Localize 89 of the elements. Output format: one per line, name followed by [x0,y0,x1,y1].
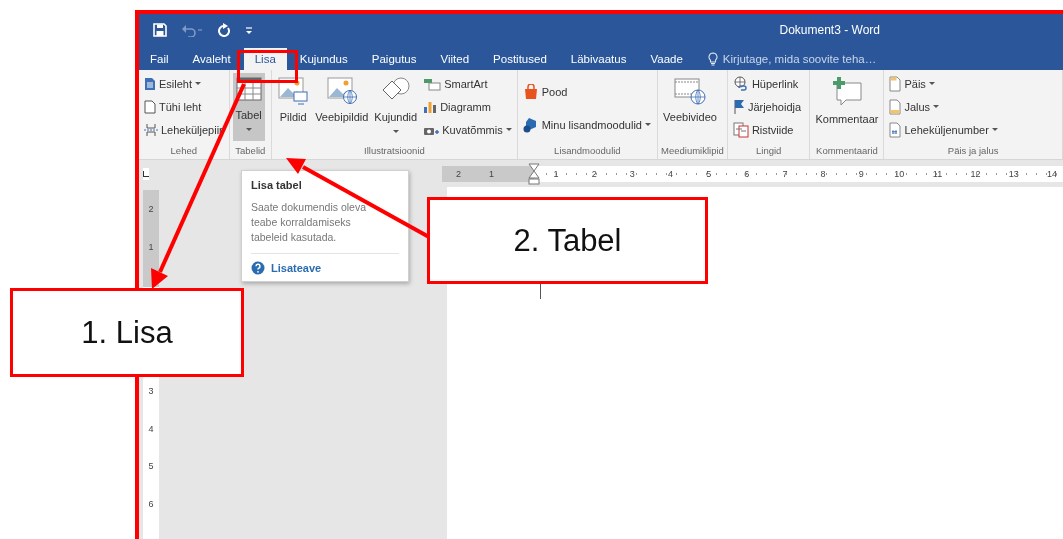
ruler-number: 1 [552,167,560,181]
group-label: Kommentaarid [815,144,879,158]
tooltip-title: Lisa tabel [251,179,303,191]
tab-stop-selector[interactable] [143,167,149,180]
globe-link-icon [732,75,749,92]
window-title: Dokument3 - Word [779,22,880,37]
ribbon-button[interactable]: Leheküljenumber [887,120,1000,139]
ribbon-button[interactable]: Kuvatõmmis [421,120,514,139]
picture-icon [277,76,310,106]
add-in-icon [522,116,539,133]
learn-more-link[interactable]: Lisateave [271,262,322,274]
flag-icon [732,98,745,115]
ribbon-tab[interactable]: Paigutus [360,48,428,70]
highlight-frame [237,50,298,83]
ruler-number: 5 [705,167,713,181]
ribbon-tab[interactable]: Läbivaatus [559,48,638,70]
text-cursor [540,283,541,299]
ruler-number: 12 [969,167,982,181]
page-break-icon [144,122,158,137]
ruler-number: 1 [147,241,155,254]
ribbon-button[interactable]: Diagramm [421,97,514,116]
callout-label: 1. Lisa [10,288,244,377]
video-globe-icon [672,76,707,106]
ruler-number: 3 [628,167,636,181]
callout-label: 2. Tabel [427,197,708,284]
diagram-icon [423,76,442,91]
ribbon-button[interactable]: Pood [520,82,653,101]
ribbon-button[interactable]: Veebipildid [313,73,371,141]
ribbon-button[interactable]: Kommentaar [813,73,881,141]
cross-reference-icon [732,121,749,138]
ribbon-button[interactable]: Pildid [275,73,312,141]
group-label: Lehed [169,144,198,158]
ruler-number: 4 [147,422,155,436]
ribbon-button[interactable]: Minu lisandmoodulid [520,115,653,134]
group-label: Lingid [755,144,783,158]
ruler-number: 11 [931,167,944,181]
ruler-number: 4 [667,167,674,181]
ruler-number: 6 [743,167,751,181]
footer-icon [889,98,902,115]
header-icon [889,75,902,92]
ribbon-button[interactable]: Tühi leht [142,97,225,116]
ruler-number: 2 [455,167,462,181]
ruler-number: 9 [857,167,865,181]
ribbon-button[interactable]: Esileht [142,74,225,93]
page-icon [144,76,156,91]
tooltip-description: Saate dokumendis oleva teabe korraldamiseks tabeleid kasutada. [251,200,367,245]
ruler-number: 14 [1045,167,1058,181]
shopping-bag-icon [522,83,539,100]
lightbulb-icon [707,52,718,66]
ribbon-button[interactable]: Järjehoidja [730,97,804,116]
save-icon[interactable] [153,22,167,37]
ribbon-tab[interactable]: Vaade [639,48,694,70]
tell-me-field[interactable]: Kirjutage, mida soovite teha… [707,48,877,70]
ruler-number: 7 [781,167,789,181]
picture-globe-icon [325,76,358,106]
ribbon-tab[interactable]: Postitused [482,48,558,70]
ruler-number: 10 [893,167,906,181]
ruler-number: 5 [147,460,155,474]
ruler-number: 13 [1007,167,1020,181]
ruler-number: 2 [590,167,598,181]
group-label: Tabelid [234,144,267,158]
ribbon-tab[interactable]: Viited [429,48,481,70]
page-number-icon [889,121,902,138]
ribbon-tab[interactable]: Fail [139,48,180,70]
redo-icon[interactable] [217,22,231,37]
ribbon-button[interactable]: Kujundid [372,73,420,141]
bar-chart-icon [423,99,438,114]
customize-icon[interactable] [245,24,253,35]
ribbon-button[interactable]: Hüperlink [730,74,804,93]
ribbon-button[interactable]: Leheküljepiir [142,120,225,139]
group-label: Meediumiklipid [661,144,724,158]
ruler-number: 1 [488,167,495,181]
ribbon-tab[interactable]: Avaleht [181,48,242,70]
group-label: Illustratsioonid [363,144,426,158]
group-label: Päis ja jalus [946,144,1000,158]
ribbon-button[interactable]: Ristviide [730,120,804,139]
blank-page-icon [144,99,156,114]
group-label: Lisandmoodulid [553,144,622,158]
ruler-number: 6 [147,498,155,512]
ruler-number: 3 [147,385,155,398]
ruler-number: 8 [819,167,827,181]
ribbon-button[interactable]: Jalus [887,97,1000,116]
ribbon-button[interactable]: Tabel [232,73,265,141]
help-icon [251,261,265,275]
ruler-number: 2 [147,203,155,216]
ribbon-button[interactable]: Päis [887,74,1000,93]
ribbon-tab[interactable]: Kujundus [288,48,359,70]
ribbon-button[interactable]: SmartArt [421,74,514,93]
ribbon-button[interactable]: Veebivideo [661,73,719,141]
